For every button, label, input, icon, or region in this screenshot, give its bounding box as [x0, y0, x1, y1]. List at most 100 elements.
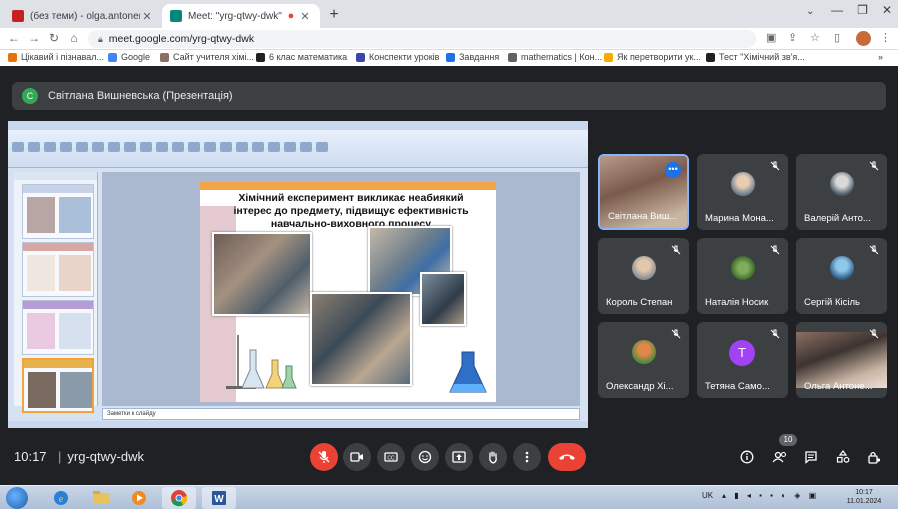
mic-toggle-button[interactable] — [310, 443, 338, 471]
bookmark-item[interactable]: Конспекти уроків — [356, 52, 439, 62]
tray-icons[interactable]: ▴ ▮ ◂ ▪ ▪ ◐ ◈ ▣ — [722, 491, 819, 500]
share-icon[interactable]: ⇪ — [788, 31, 797, 44]
tab-title: (без теми) - olga.antonencko@ — [30, 10, 140, 22]
new-tab-button[interactable]: + — [324, 6, 344, 26]
restore-icon[interactable]: ❐ — [857, 3, 868, 17]
camera-icon[interactable]: ▣ — [766, 31, 776, 44]
tab-gmail[interactable]: (без теми) - olga.antonencko@ ✕ — [4, 4, 162, 28]
powerpoint-titlebar — [8, 121, 588, 130]
close-icon[interactable]: ✕ — [140, 10, 154, 23]
more-bookmarks-icon[interactable]: » — [878, 52, 883, 62]
window-controls: — ❐ ✕ — [831, 3, 892, 17]
classroom-photo — [310, 292, 412, 386]
mic-off-icon — [671, 329, 681, 339]
more-options-button[interactable] — [513, 443, 541, 471]
chrome-icon[interactable] — [162, 487, 196, 509]
address-bar[interactable]: 🔒︎ meet.google.com/yrg-qtwy-dwk — [88, 30, 756, 48]
side-panel-icon[interactable]: ▯ — [834, 31, 840, 44]
participant-tile[interactable]: Наталія Носик — [697, 238, 788, 314]
participant-video — [796, 332, 887, 388]
activities-icon — [836, 450, 850, 463]
participant-name: Король Степан — [606, 297, 673, 308]
participant-tile[interactable]: Олександр Хі... — [598, 322, 689, 398]
participant-tile[interactable]: Ольга Антоне... — [796, 322, 887, 398]
present-button[interactable] — [445, 443, 473, 471]
tab-search-icon[interactable]: ⌄ — [806, 6, 814, 17]
reload-icon[interactable]: ↻ — [46, 31, 62, 45]
close-icon[interactable]: ✕ — [298, 10, 312, 23]
gmail-icon — [12, 10, 24, 22]
tab-title: Meet: "yrg-qtwy-dwk" — [188, 10, 282, 22]
slide-canvas: Хімічний експеримент викликає неабиякий … — [102, 172, 580, 406]
powerpoint-statusbar — [8, 421, 588, 428]
browser-toolbar: ← → ↻ ⌂ 🔒︎ meet.google.com/yrg-qtwy-dwk … — [0, 28, 898, 50]
forward-icon[interactable]: → — [26, 31, 42, 45]
people-button[interactable] — [771, 448, 789, 466]
participant-tile[interactable]: Сергій Кісіль — [796, 238, 887, 314]
internet-explorer-icon[interactable]: e — [44, 487, 78, 509]
window-close-icon[interactable]: ✕ — [882, 3, 892, 17]
bookmark-star-icon[interactable]: ☆ — [810, 31, 820, 44]
bookmark-item[interactable]: Сайт учителя хімі... — [160, 52, 254, 62]
presentation-banner: С Світлана Вишневська (Презентація) — [12, 82, 886, 110]
menu-icon[interactable]: ⋮ — [880, 31, 891, 44]
participant-tile[interactable]: Марина Мона... — [697, 154, 788, 230]
presenter-avatar: С — [22, 88, 38, 104]
more-options-icon[interactable]: ••• — [665, 162, 681, 178]
bookmark-item[interactable]: Тест "Хімічний зв'я... — [706, 52, 805, 62]
taskbar-clock[interactable]: 10:17 11.01.2024 — [842, 488, 886, 506]
participant-name: Валерій Анто... — [804, 213, 871, 224]
participant-avatar — [731, 172, 755, 196]
classroom-photo — [212, 232, 312, 316]
bookmark-item[interactable]: Завдання — [446, 52, 499, 62]
participant-name: Олександр Хі... — [606, 381, 674, 392]
bookmark-item[interactable]: Google — [108, 52, 150, 62]
bookmark-item[interactable]: 6 клас математика — [256, 52, 347, 62]
meeting-code: | yrg-qtwy-dwk — [58, 449, 144, 464]
minimize-icon[interactable]: — — [831, 3, 843, 17]
participant-tile[interactable]: Король Степан — [598, 238, 689, 314]
classroom-photo — [420, 272, 466, 326]
captions-icon: CC — [384, 452, 398, 462]
keyboard-language[interactable]: UK — [702, 491, 713, 500]
google-icon — [108, 52, 117, 62]
bookmark-item[interactable]: Цікавий і пізнавал... — [8, 52, 104, 62]
leave-call-button[interactable] — [548, 443, 586, 471]
profile-avatar[interactable] — [856, 31, 871, 46]
lock-icon[interactable]: 🔒︎ — [98, 34, 103, 45]
participant-tile[interactable]: ••• Світлана Виш... — [598, 154, 689, 230]
tab-meet[interactable]: Meet: "yrg-qtwy-dwk" ● ✕ — [162, 4, 320, 28]
home-icon[interactable]: ⌂ — [66, 31, 82, 45]
chat-button[interactable] — [802, 448, 820, 466]
mic-off-icon — [770, 161, 780, 171]
participant-tile[interactable]: Т Тетяна Само... — [697, 322, 788, 398]
mic-off-icon — [869, 245, 879, 255]
bookmark-item[interactable]: Як перетворити ук... — [604, 52, 701, 62]
bookmark-icon — [706, 52, 715, 62]
slide-accent-bar — [200, 182, 496, 190]
participant-tile[interactable]: Валерій Анто... — [796, 154, 887, 230]
participant-name: Сергій Кісіль — [804, 297, 860, 308]
windows-start-icon[interactable] — [6, 487, 28, 509]
bookmark-item[interactable]: mathematics | Кон... — [508, 52, 602, 62]
meeting-info-button[interactable] — [738, 448, 756, 466]
camera-toggle-button[interactable] — [343, 443, 371, 471]
participant-name: Світлана Виш... — [608, 211, 678, 222]
mic-off-icon — [770, 329, 780, 339]
media-player-icon[interactable] — [122, 487, 156, 509]
folder-icon[interactable] — [84, 487, 118, 509]
lab-equipment-icon — [226, 335, 297, 389]
participant-name: Марина Мона... — [705, 213, 774, 224]
activities-button[interactable] — [834, 448, 852, 466]
mic-off-icon — [869, 329, 879, 339]
participant-avatar — [632, 256, 656, 280]
host-controls-button[interactable] — [865, 448, 883, 466]
captions-button[interactable]: CC — [377, 443, 405, 471]
word-icon[interactable]: W — [202, 487, 236, 509]
raise-hand-button[interactable] — [479, 443, 507, 471]
lock-person-icon — [868, 451, 881, 464]
svg-text:W: W — [214, 494, 224, 505]
presenter-label: Світлана Вишневська (Презентація) — [48, 90, 233, 102]
back-icon[interactable]: ← — [6, 31, 22, 45]
reactions-button[interactable] — [411, 443, 439, 471]
